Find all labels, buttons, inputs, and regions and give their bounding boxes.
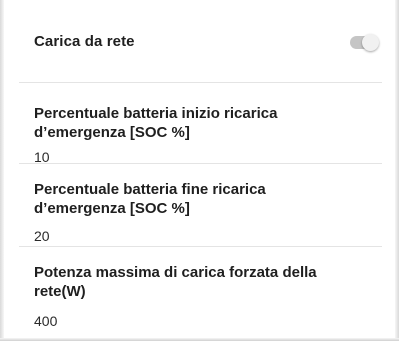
emergency-charge-end-value: 20 xyxy=(34,228,50,244)
grid-charge-toggle[interactable] xyxy=(348,32,379,52)
emergency-charge-start-row[interactable]: Percentuale batteria inizio ricarica d’e… xyxy=(19,83,382,165)
toggle-thumb xyxy=(362,34,379,51)
emergency-charge-end-row[interactable]: Percentuale batteria fine ricarica d’eme… xyxy=(19,164,382,247)
max-grid-charge-power-row[interactable]: Potenza massima di carica forzata della … xyxy=(19,247,382,341)
emergency-charge-start-title: Percentuale batteria inizio ricarica d’e… xyxy=(34,105,278,141)
frame-edge-left xyxy=(0,0,4,341)
emergency-charge-end-title: Percentuale batteria fine ricarica d’eme… xyxy=(34,181,266,217)
frame-edge-right xyxy=(395,0,399,341)
settings-screen: Carica da rete Percentuale batteria iniz… xyxy=(0,0,399,341)
max-grid-charge-power-value: 400 xyxy=(34,313,58,329)
grid-charge-row[interactable]: Carica da rete xyxy=(19,0,382,83)
emergency-charge-start-value: 10 xyxy=(34,149,50,165)
max-grid-charge-power-title: Potenza massima di carica forzata della … xyxy=(34,264,317,300)
grid-charge-label: Carica da rete xyxy=(34,33,135,50)
settings-list: Carica da rete Percentuale batteria iniz… xyxy=(19,0,382,341)
